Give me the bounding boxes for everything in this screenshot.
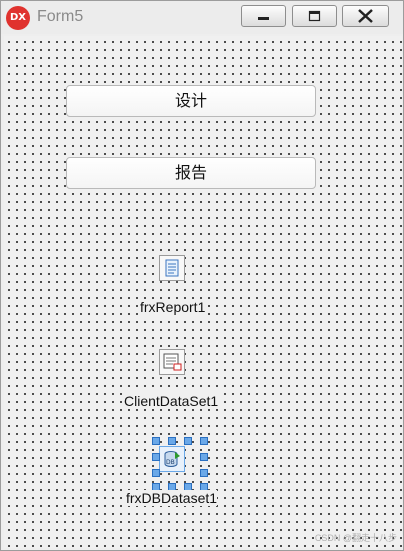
maximize-button[interactable] xyxy=(292,5,337,27)
selection-handle[interactable] xyxy=(200,453,208,461)
window-title: Form5 xyxy=(37,8,84,25)
close-icon xyxy=(358,9,373,23)
db-dataset-icon: DB xyxy=(164,451,180,467)
frx-report-component[interactable] xyxy=(159,255,185,281)
selection-handle[interactable] xyxy=(152,469,160,477)
title-bar[interactable]: DX Form5 xyxy=(1,1,403,34)
frx-db-dataset-component[interactable]: DB xyxy=(159,446,185,472)
selection-handle[interactable] xyxy=(152,453,160,461)
frx-report-label: frxReport1 xyxy=(140,299,206,315)
frx-db-dataset-label: frxDBDataset1 xyxy=(126,490,218,506)
close-button[interactable] xyxy=(342,5,389,27)
client-dataset-label: ClientDataSet1 xyxy=(124,393,219,409)
selection-handle[interactable] xyxy=(168,437,176,445)
minimize-icon xyxy=(258,17,269,20)
form-design-canvas[interactable]: 设计 报告 frxReport1 ClientDataSet1 DB frxDB… xyxy=(4,36,402,548)
selection-handle[interactable] xyxy=(200,437,208,445)
dataset-icon xyxy=(163,353,182,371)
selection-handle[interactable] xyxy=(184,437,192,445)
client-dataset-component[interactable] xyxy=(159,349,185,375)
selection-handle[interactable] xyxy=(200,469,208,477)
minimize-button[interactable] xyxy=(241,5,286,27)
maximize-icon xyxy=(308,10,321,22)
svg-text:DB: DB xyxy=(166,459,175,466)
form-window: DX Form5 设计 报告 frxReport1 ClientDataSet1… xyxy=(0,0,404,551)
report-button[interactable]: 报告 xyxy=(66,157,316,189)
app-icon: DX xyxy=(6,6,30,30)
watermark: CSDN @翻走十八步 xyxy=(314,533,397,543)
design-button[interactable]: 设计 xyxy=(66,85,316,117)
report-icon xyxy=(165,259,179,277)
selection-handle[interactable] xyxy=(152,437,160,445)
